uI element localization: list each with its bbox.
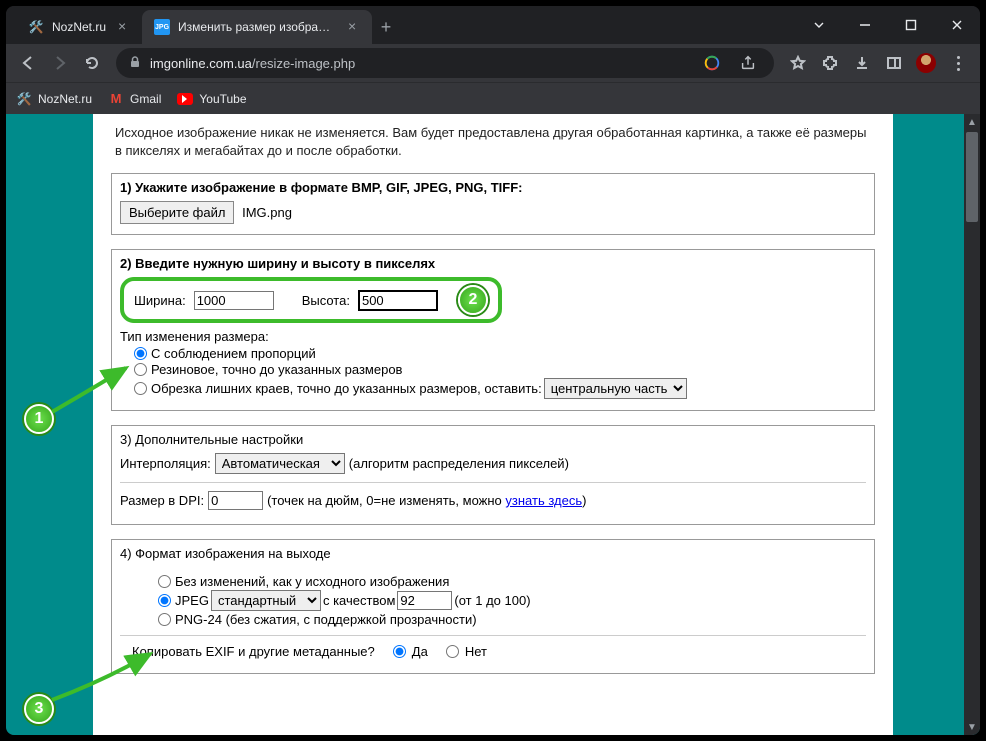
profile-avatar[interactable] bbox=[912, 49, 940, 77]
intro-text: Исходное изображение никак не изменяется… bbox=[111, 124, 875, 159]
radio-format-same[interactable] bbox=[158, 575, 171, 588]
chevron-down-icon[interactable] bbox=[796, 6, 842, 44]
dpi-help-link[interactable]: узнать здесь bbox=[505, 493, 582, 508]
jpeg-quality-input[interactable] bbox=[397, 591, 452, 610]
url-text: imgonline.com.ua/resize-image.php bbox=[150, 56, 690, 71]
favorite-button[interactable] bbox=[784, 49, 812, 77]
radio-format-png[interactable] bbox=[158, 613, 171, 626]
annotation-badge-3: 3 bbox=[24, 694, 54, 724]
step3-title: 3) Дополнительные настройки bbox=[120, 432, 866, 447]
radio-format-jpeg-label: JPEG bbox=[175, 593, 209, 608]
height-label: Высота: bbox=[302, 293, 350, 308]
radio-format-png-label: PNG-24 (без сжатия, с поддержкой прозрач… bbox=[175, 612, 477, 627]
tab-title: NozNet.ru bbox=[52, 20, 106, 34]
tools-icon: 🛠️ bbox=[28, 19, 44, 35]
interpolation-label: Интерполяция: bbox=[120, 456, 211, 471]
interpolation-note: (алгоритм распределения пикселей) bbox=[349, 456, 569, 471]
height-input[interactable] bbox=[358, 290, 438, 311]
step1-title: 1) Укажите изображение в формате BMP, GI… bbox=[120, 180, 866, 195]
radio-stretch[interactable] bbox=[134, 363, 147, 376]
width-input[interactable] bbox=[194, 291, 274, 310]
radio-proportional-label: С соблюдением пропорций bbox=[151, 346, 316, 361]
lock-icon bbox=[128, 55, 142, 72]
jpeg-preset-select[interactable]: стандартный bbox=[211, 590, 321, 611]
resize-type-label: Тип изменения размера: bbox=[120, 329, 866, 344]
annotation-badge-2: 2 bbox=[458, 285, 488, 315]
radio-exif-yes[interactable] bbox=[393, 645, 406, 658]
annotation-badge-1: 1 bbox=[24, 404, 54, 434]
dpi-input[interactable] bbox=[208, 491, 263, 510]
window-maximize-button[interactable] bbox=[888, 6, 934, 44]
radio-crop-label: Обрезка лишних краев, точно до указанных… bbox=[151, 381, 542, 396]
jpeg-quality-note: (от 1 до 100) bbox=[454, 593, 530, 608]
sidepanel-button[interactable] bbox=[880, 49, 908, 77]
close-icon[interactable]: × bbox=[114, 19, 130, 35]
dimensions-row: Ширина: Высота: 2 bbox=[120, 277, 502, 323]
extensions-button[interactable] bbox=[816, 49, 844, 77]
reload-button[interactable] bbox=[78, 49, 106, 77]
scrollbar-thumb[interactable] bbox=[966, 132, 978, 222]
step2-block: 2) Введите нужную ширину и высоту в пикс… bbox=[111, 249, 875, 411]
new-tab-button[interactable]: + bbox=[372, 10, 400, 44]
radio-exif-no[interactable] bbox=[446, 645, 459, 658]
crop-position-select[interactable]: центральную часть bbox=[544, 378, 687, 399]
browser-tab-imgonline[interactable]: JPG Изменить размер изображения × bbox=[142, 10, 372, 44]
titlebar: 🛠️ NozNet.ru × JPG Изменить размер изобр… bbox=[6, 6, 980, 44]
back-button[interactable] bbox=[14, 49, 42, 77]
radio-stretch-label: Резиновое, точно до указанных размеров bbox=[151, 362, 402, 377]
downloads-button[interactable] bbox=[848, 49, 876, 77]
radio-exif-yes-label: Да bbox=[412, 644, 428, 659]
dpi-label: Размер в DPI: bbox=[120, 493, 204, 508]
window-minimize-button[interactable] bbox=[842, 6, 888, 44]
viewport: Исходное изображение никак не изменяется… bbox=[6, 114, 980, 735]
browser-toolbar: imgonline.com.ua/resize-image.php bbox=[6, 44, 980, 82]
tools-icon: 🛠️ bbox=[16, 91, 32, 107]
tab-title: Изменить размер изображения bbox=[178, 20, 336, 34]
close-icon[interactable]: × bbox=[344, 19, 360, 35]
step4-block: 4) Формат изображения на выходе Без изме… bbox=[111, 539, 875, 674]
radio-format-jpeg[interactable] bbox=[158, 594, 171, 607]
width-label: Ширина: bbox=[134, 293, 186, 308]
bookmark-youtube[interactable]: YouTube bbox=[177, 91, 246, 107]
browser-tab-noznet[interactable]: 🛠️ NozNet.ru × bbox=[16, 10, 142, 44]
menu-button[interactable] bbox=[944, 49, 972, 77]
jpeg-quality-label: с качеством bbox=[323, 593, 395, 608]
scroll-up-icon[interactable]: ▲ bbox=[964, 114, 980, 130]
scrollbar[interactable]: ▲ ▼ bbox=[964, 114, 980, 735]
google-icon[interactable] bbox=[698, 49, 726, 77]
dpi-note: (точек на дюйм, 0=не изменять, можно узн… bbox=[267, 493, 586, 508]
window-close-button[interactable] bbox=[934, 6, 980, 44]
youtube-icon bbox=[177, 91, 193, 107]
exif-label: Копировать EXIF и другие метаданные? bbox=[132, 644, 375, 659]
step1-block: 1) Укажите изображение в формате BMP, GI… bbox=[111, 173, 875, 235]
address-bar[interactable]: imgonline.com.ua/resize-image.php bbox=[116, 48, 774, 78]
step4-title: 4) Формат изображения на выходе bbox=[120, 546, 866, 561]
share-icon[interactable] bbox=[734, 49, 762, 77]
jpg-icon: JPG bbox=[154, 19, 170, 35]
radio-format-same-label: Без изменений, как у исходного изображен… bbox=[175, 574, 449, 589]
interpolation-select[interactable]: Автоматическая bbox=[215, 453, 345, 474]
radio-exif-no-label: Нет bbox=[465, 644, 487, 659]
bookmarks-bar: 🛠️NozNet.ru MGmail YouTube bbox=[6, 82, 980, 114]
gmail-icon: M bbox=[108, 91, 124, 107]
scroll-down-icon[interactable]: ▼ bbox=[964, 719, 980, 735]
radio-crop[interactable] bbox=[134, 382, 147, 395]
page-content: Исходное изображение никак не изменяется… bbox=[93, 114, 893, 735]
bookmark-gmail[interactable]: MGmail bbox=[108, 91, 161, 107]
selected-filename: IMG.png bbox=[242, 205, 292, 220]
choose-file-button[interactable]: Выберите файл bbox=[120, 201, 234, 224]
bookmark-noznet[interactable]: 🛠️NozNet.ru bbox=[16, 91, 92, 107]
step3-block: 3) Дополнительные настройки Интерполяция… bbox=[111, 425, 875, 525]
forward-button[interactable] bbox=[46, 49, 74, 77]
radio-proportional[interactable] bbox=[134, 347, 147, 360]
step2-title: 2) Введите нужную ширину и высоту в пикс… bbox=[120, 256, 866, 271]
